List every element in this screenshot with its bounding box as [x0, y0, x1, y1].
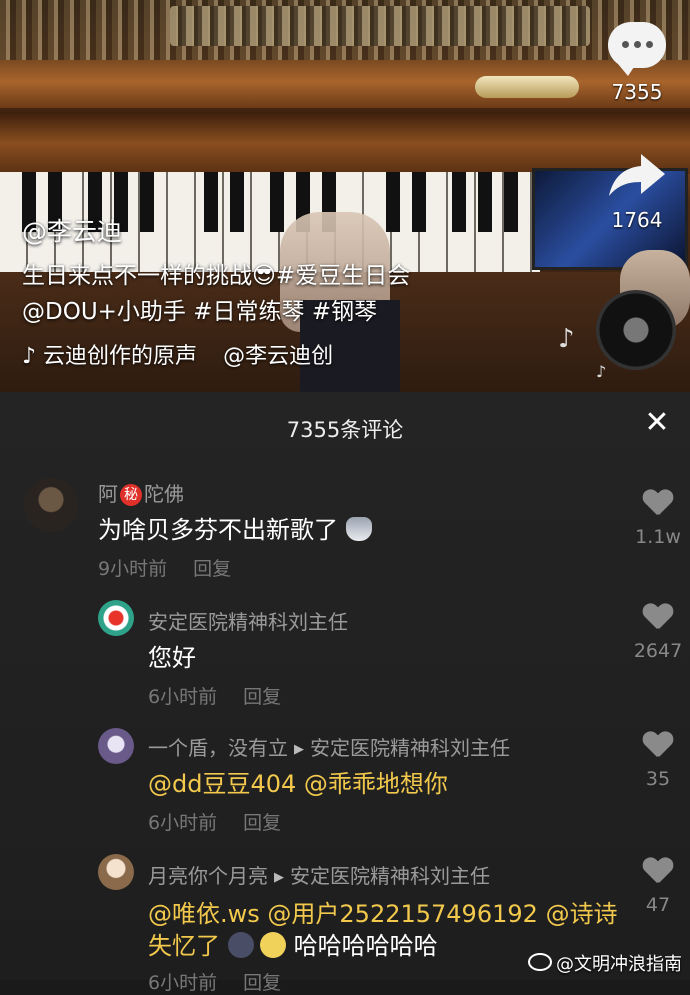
share-arrow-icon	[609, 154, 665, 196]
comment-text-line-2: 失忆了 哈哈哈哈哈哈	[148, 932, 438, 960]
heart-icon	[643, 732, 673, 760]
share-count: 1764	[611, 208, 663, 232]
weibo-watermark: @文明冲浪指南	[528, 950, 682, 976]
emoji-icon	[260, 932, 286, 958]
like-count: 1.1w	[635, 526, 681, 548]
piano-plaque	[475, 76, 579, 98]
emoji-icon	[228, 932, 254, 958]
heart-icon	[643, 858, 673, 886]
close-icon[interactable]: ✕	[642, 408, 672, 438]
comments-title: 7355条评论	[286, 418, 404, 442]
comment-button[interactable]: 7355	[604, 22, 670, 104]
comment-author[interactable]: 一个盾，没有立 ▶ 安定医院精神科刘主任	[148, 732, 510, 761]
mention-link[interactable]: @诗诗	[546, 900, 618, 928]
share-button[interactable]: 1764	[604, 150, 670, 232]
mention-link[interactable]: 失忆了	[148, 932, 220, 960]
like-button[interactable]: 47	[628, 858, 688, 916]
reply-arrow-icon: ▶	[274, 870, 284, 885]
reply-arrow-icon: ▶	[294, 742, 304, 757]
comment-meta: 6小时前 回复	[148, 968, 281, 995]
music-note-small-icon: ♪	[596, 362, 607, 381]
like-button[interactable]: 35	[628, 732, 688, 790]
avatar[interactable]	[98, 728, 134, 764]
music-author: @李云迪创	[223, 344, 334, 369]
comment-time: 9小时前	[98, 558, 168, 580]
caption-line-2[interactable]: @DOU+小助手 #日常练琴 #钢琴	[22, 294, 542, 330]
comment-bubble-icon	[608, 22, 666, 76]
mention-link[interactable]: @dd豆豆404	[148, 770, 296, 798]
comment-text: 您好	[148, 644, 196, 672]
comment-meta: 6小时前 回复	[148, 682, 281, 709]
comment-count: 7355	[611, 80, 663, 104]
like-button[interactable]: 2647	[628, 604, 688, 662]
reply-button[interactable]: 回复	[193, 558, 231, 580]
comment-time: 6小时前	[148, 972, 218, 994]
secret-badge-icon: 秘	[120, 484, 142, 506]
comment-meta: 9小时前 回复	[98, 554, 231, 581]
mention-link[interactable]: @乖乖地想你	[304, 770, 448, 798]
avatar[interactable]	[98, 600, 134, 636]
comment-text: @唯依.ws @用户2522157496192 @诗诗	[148, 894, 618, 929]
reply-button[interactable]: 回复	[243, 972, 281, 994]
comment-author[interactable]: 月亮你个月亮 ▶ 安定医院精神科刘主任	[148, 860, 490, 889]
music-note-icon: ♪	[558, 324, 575, 354]
piano-strings	[170, 6, 590, 46]
avatar[interactable]	[24, 478, 78, 532]
mention-link[interactable]: @唯依.ws	[148, 900, 260, 928]
comment-text: 为啥贝多芬不出新歌了	[98, 510, 372, 545]
video-caption: 生日来点不一样的挑战😎#爱豆生日会 @DOU+小助手 #日常练琴 #钢琴	[22, 258, 542, 330]
comment-meta: 6小时前 回复	[148, 808, 281, 835]
piano-rail	[0, 60, 690, 108]
video-player[interactable]: 7355 1764 ♪ ♪ @李云迪 生日来点不一样的挑战😎#爱豆生日会 @DO…	[0, 0, 690, 392]
avatar[interactable]	[98, 854, 134, 890]
music-info[interactable]: ♪ 云迪创作的原声 @李云迪创	[22, 338, 333, 370]
like-button[interactable]: 1.1w	[628, 490, 688, 548]
music-title: 云迪创作的原声	[43, 344, 198, 369]
heart-icon	[643, 604, 673, 632]
comment-time: 6小时前	[148, 812, 218, 834]
music-disc-icon[interactable]	[596, 290, 676, 370]
piano-fallboard	[0, 112, 690, 174]
comments-panel: 7355条评论 ✕ 阿秘陀佛 为啥贝多芬不出新歌了 9小时前 回复 1.1w 安定…	[0, 392, 690, 994]
author-handle[interactable]: @李云迪	[22, 212, 122, 248]
caption-line-1: 生日来点不一样的挑战😎#爱豆生日会	[22, 263, 411, 289]
comment-text: @dd豆豆404 @乖乖地想你	[148, 764, 448, 799]
heart-icon	[643, 490, 673, 518]
reply-button[interactable]: 回复	[243, 686, 281, 708]
like-count: 2647	[633, 640, 683, 662]
comment-author[interactable]: 阿秘陀佛	[98, 478, 184, 507]
reply-button[interactable]: 回复	[243, 812, 281, 834]
mention-link[interactable]: @用户2522157496192	[267, 900, 538, 928]
weibo-logo-icon	[528, 953, 552, 971]
comment-time: 6小时前	[148, 686, 218, 708]
like-count: 47	[645, 894, 671, 916]
like-count: 35	[645, 768, 671, 790]
tiktok-note-icon: ♪	[22, 344, 37, 369]
comment-author[interactable]: 安定医院精神科刘主任	[148, 606, 348, 635]
husky-emoji-icon	[346, 517, 372, 541]
